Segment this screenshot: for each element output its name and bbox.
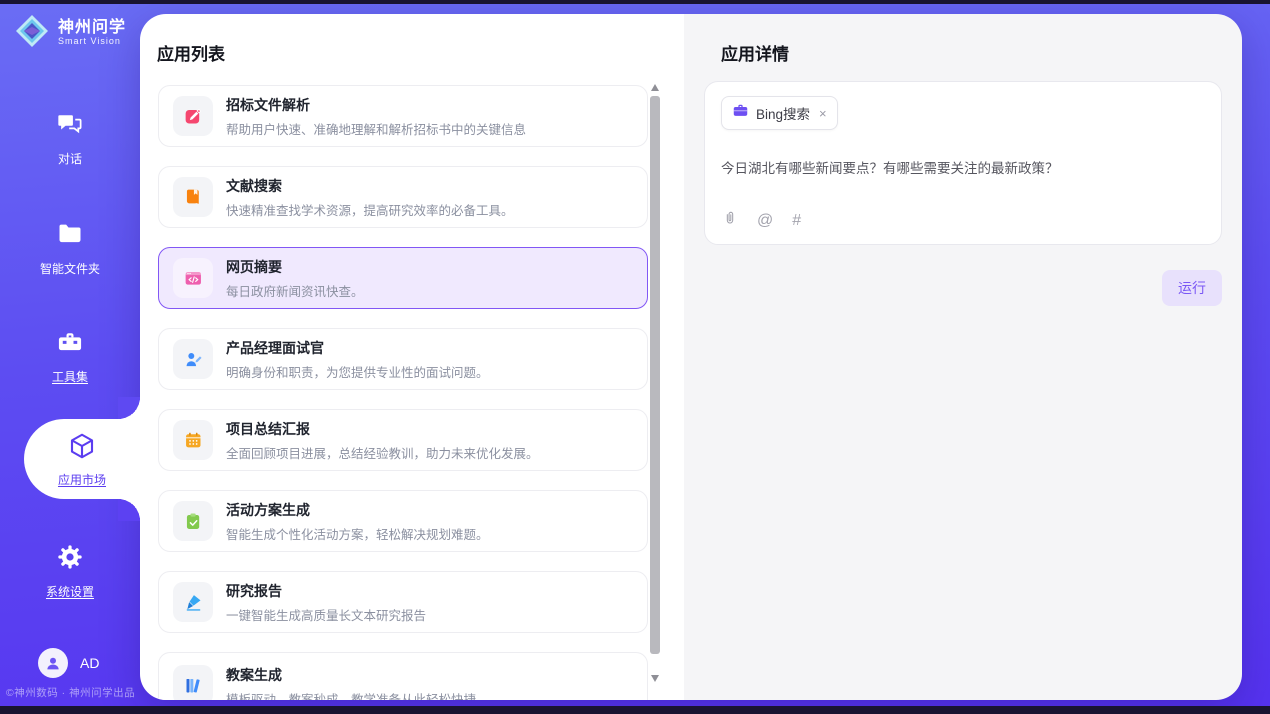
sidebar-item-smart-folder[interactable]: 智能文件夹 (0, 220, 140, 277)
tool-tag-close-icon[interactable]: × (819, 106, 827, 121)
app-card-title: 研究报告 (226, 581, 426, 601)
composer-toolbar: @ # (722, 209, 801, 232)
app-card-web-summary[interactable]: 网页摘要 每日政府新闻资讯快查。 (158, 247, 648, 309)
window-top-strip (0, 0, 1270, 4)
app-card-literature-search[interactable]: 文献搜索 快速精准查找学术资源，提高研究效率的必备工具。 (158, 166, 648, 228)
app-card-research-report[interactable]: 研究报告 一键智能生成高质量长文本研究报告 (158, 571, 648, 633)
book-icon (173, 177, 213, 217)
app-detail-panel: 应用详情 Bing搜索 × 今日湖北有哪些新闻要点？有哪些需要关注的最新政策？ (684, 14, 1242, 700)
app-card-description: 模板驱动，教案秒成，教学准备从此轻松快捷 (226, 689, 476, 700)
query-input[interactable]: 今日湖北有哪些新闻要点？有哪些需要关注的最新政策？ (721, 157, 1205, 177)
app-list-panel: 应用列表 招标文件解析 帮助用户快速、准确地理解和解析招标书中的关键信息 (140, 14, 684, 700)
person-icon (44, 654, 62, 672)
briefcase-icon (732, 102, 749, 124)
sidebar-item-settings[interactable]: 系统设置 (0, 543, 140, 600)
app-card-description: 明确身份和职责，为您提供专业性的面试问题。 (226, 362, 489, 381)
mention-icon[interactable]: @ (757, 213, 773, 229)
cube-icon (67, 431, 97, 466)
list-scrollbar[interactable] (649, 84, 660, 682)
app-list-title: 应用列表 (157, 40, 684, 65)
app-card-project-summary[interactable]: 项目总结汇报 全面回顾项目进展，总结经验教训，助力未来优化发展。 (158, 409, 648, 471)
scroll-up-arrow[interactable] (651, 84, 659, 91)
app-card-pm-interviewer[interactable]: 产品经理面试官 明确身份和职责，为您提供专业性的面试问题。 (158, 328, 648, 390)
app-card-title: 招标文件解析 (226, 95, 526, 115)
folder-icon (56, 220, 84, 253)
chat-icon (56, 110, 84, 143)
hash-icon[interactable]: # (792, 213, 801, 229)
main-content: 应用列表 招标文件解析 帮助用户快速、准确地理解和解析招标书中的关键信息 (140, 14, 1242, 700)
copyright-footer: ©神州数码 · 神州问学出品 (6, 685, 135, 700)
sidebar-item-label: 系统设置 (46, 583, 94, 600)
ink-pen-icon (173, 582, 213, 622)
app-card-lesson-plan[interactable]: 教案生成 模板驱动，教案秒成，教学准备从此轻松快捷 (158, 652, 648, 700)
composer-card: Bing搜索 × 今日湖北有哪些新闻要点？有哪些需要关注的最新政策？ @ # (704, 81, 1222, 245)
sidebar-item-app-market[interactable]: 应用市场 (24, 419, 140, 499)
app-card-title: 活动方案生成 (226, 500, 489, 520)
app-card-list: 招标文件解析 帮助用户快速、准确地理解和解析招标书中的关键信息 文献搜索 快速精… (140, 85, 684, 700)
avatar (38, 648, 68, 678)
run-button[interactable]: 运行 (1162, 270, 1222, 306)
calendar-icon (173, 420, 213, 460)
sidebar: 神州问学 Smart Vision 对话 智能文件夹 (0, 0, 140, 714)
logo-title: 神州问学 (58, 20, 126, 37)
scrollbar-thumb[interactable] (650, 96, 660, 654)
app-card-title: 教案生成 (226, 665, 476, 685)
browser-code-icon (173, 258, 213, 298)
user-label: AD (80, 655, 99, 671)
app-card-event-plan[interactable]: 活动方案生成 智能生成个性化活动方案，轻松解决规划难题。 (158, 490, 648, 552)
app-card-title: 项目总结汇报 (226, 419, 539, 439)
sidebar-item-label: 智能文件夹 (40, 260, 100, 277)
toolbox-icon (56, 328, 84, 361)
sidebar-item-label: 应用市场 (58, 471, 106, 488)
edit-square-icon (173, 96, 213, 136)
tool-tag-bing-search[interactable]: Bing搜索 × (721, 96, 838, 130)
app-card-bid-parse[interactable]: 招标文件解析 帮助用户快速、准确地理解和解析招标书中的关键信息 (158, 85, 648, 147)
tool-tag-label: Bing搜索 (756, 103, 810, 123)
app-card-description: 帮助用户快速、准确地理解和解析招标书中的关键信息 (226, 119, 526, 138)
app-card-description: 智能生成个性化活动方案，轻松解决规划难题。 (226, 524, 489, 543)
diamond-logo-icon (14, 13, 50, 54)
books-icon (173, 665, 213, 700)
app-card-description: 一键智能生成高质量长文本研究报告 (226, 605, 426, 624)
person-doc-icon (173, 339, 213, 379)
app-card-description: 全面回顾项目进展，总结经验教训，助力未来优化发展。 (226, 443, 539, 462)
sidebar-item-toolset[interactable]: 工具集 (0, 328, 140, 385)
user-account[interactable]: AD (38, 648, 99, 678)
sidebar-item-label: 工具集 (52, 368, 88, 385)
window-bottom-strip (0, 706, 1270, 714)
app-card-title: 产品经理面试官 (226, 338, 489, 358)
app-card-title: 文献搜索 (226, 176, 514, 196)
app-card-description: 每日政府新闻资讯快查。 (226, 281, 364, 300)
logo-subtitle: Smart Vision (58, 37, 126, 46)
sidebar-item-chat[interactable]: 对话 (0, 110, 140, 167)
app-logo: 神州问学 Smart Vision (14, 13, 126, 54)
app-card-title: 网页摘要 (226, 257, 364, 277)
app-card-description: 快速精准查找学术资源，提高研究效率的必备工具。 (226, 200, 514, 219)
clipboard-check-icon (173, 501, 213, 541)
gear-icon (56, 543, 84, 576)
paperclip-icon[interactable] (722, 209, 738, 232)
scroll-down-arrow[interactable] (651, 675, 659, 682)
app-detail-title: 应用详情 (721, 40, 1222, 65)
sidebar-item-label: 对话 (58, 150, 82, 167)
